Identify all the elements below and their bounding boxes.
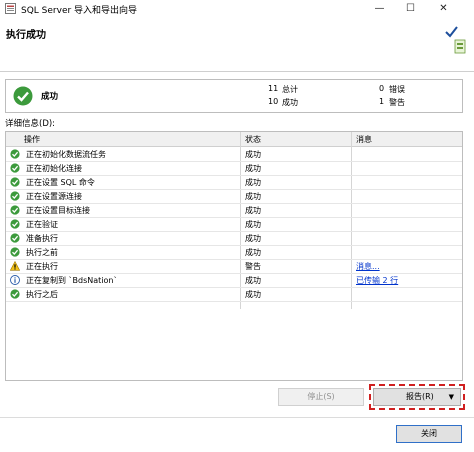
row-action: 执行之前: [26, 248, 58, 257]
table-header: 操作 状态 消息: [6, 132, 462, 147]
success-icon: [10, 163, 20, 173]
table-row[interactable]: 执行之后 成功: [6, 287, 462, 302]
success-icon: [10, 177, 20, 187]
row-status: 成功: [245, 178, 261, 187]
row-action: 正在初始化连接: [26, 164, 82, 173]
row-action: 正在验证: [26, 220, 58, 229]
table-row[interactable]: 正在复制到 `BdsNation` 成功 已传输 2 行: [6, 273, 462, 288]
table-row[interactable]: 正在设置 SQL 命令 成功: [6, 175, 462, 190]
table-row[interactable]: 正在初始化连接 成功: [6, 161, 462, 176]
table-row[interactable]: 正在设置源连接 成功: [6, 189, 462, 204]
success-icon: [10, 219, 20, 229]
app-icon: [5, 3, 16, 14]
row-message-link[interactable]: 已传输 2 行: [356, 275, 398, 286]
report-button[interactable]: 报告(R) ▼: [373, 388, 461, 406]
success-icon: [10, 289, 20, 299]
warning-count: 1: [379, 97, 385, 106]
row-status: 成功: [245, 150, 261, 159]
details-label: 详细信息(D):: [5, 119, 56, 129]
summary-panel: 成功 11 总计 10 成功 0 错误 1 警告: [5, 79, 463, 113]
row-status: 成功: [245, 192, 261, 201]
stop-button[interactable]: 停止(S): [278, 388, 364, 406]
success-label: 成功: [282, 98, 298, 107]
row-action: 正在复制到 `BdsNation`: [26, 276, 118, 285]
close-window-button[interactable]: ✕: [430, 0, 457, 18]
row-status: 成功: [245, 220, 261, 229]
column-status[interactable]: 状态: [245, 134, 261, 145]
page-header: 执行成功: [0, 18, 474, 72]
row-action: 准备执行: [26, 234, 58, 243]
footer: 关闭: [0, 417, 474, 452]
row-status: 成功: [245, 290, 261, 299]
error-count: 0: [379, 84, 385, 93]
report-dropdown-icon[interactable]: ▼: [449, 389, 454, 405]
row-action: 正在设置目标连接: [26, 206, 90, 215]
success-icon: [10, 247, 20, 257]
column-message[interactable]: 消息: [356, 134, 372, 145]
details-table[interactable]: 操作 状态 消息 正在初始化数据流任务 成功 正在初始化连接 成功 正在设置 SQL 命…: [5, 131, 463, 381]
table-row[interactable]: 正在执行 警告 消息...: [6, 259, 462, 274]
window-title: SQL Server 导入和导出向导: [21, 6, 138, 16]
row-action: 执行之后: [26, 290, 58, 299]
row-status: 成功: [245, 164, 261, 173]
success-icon: [10, 191, 20, 201]
report-label: 报告(R): [406, 392, 434, 401]
maximize-button[interactable]: ☐: [397, 0, 424, 18]
error-label: 错误: [389, 85, 405, 94]
info-icon: [10, 275, 20, 285]
report-highlight: 报告(R) ▼: [369, 384, 465, 410]
row-action: 正在执行: [26, 262, 58, 271]
row-status: 成功: [245, 248, 261, 257]
table-row[interactable]: 执行之前 成功: [6, 245, 462, 260]
minimize-button[interactable]: —: [366, 0, 393, 18]
close-button[interactable]: 关闭: [396, 425, 462, 443]
success-count: 10: [268, 97, 279, 106]
success-icon: [13, 86, 33, 106]
total-count: 11: [268, 84, 279, 93]
row-status: 成功: [245, 206, 261, 215]
success-icon: [10, 149, 20, 159]
warning-label: 警告: [389, 98, 405, 107]
total-label: 总计: [282, 85, 298, 94]
row-status: 成功: [245, 234, 261, 243]
table-row[interactable]: 正在设置目标连接 成功: [6, 203, 462, 218]
table-row[interactable]: 准备执行 成功: [6, 231, 462, 246]
success-icon: [10, 205, 20, 215]
column-action[interactable]: 操作: [24, 134, 40, 145]
row-status: 警告: [245, 262, 261, 271]
warning-icon: [9, 260, 21, 271]
table-row[interactable]: 正在初始化数据流任务 成功: [6, 147, 462, 162]
row-action: 正在设置 SQL 命令: [26, 178, 95, 187]
row-message-link[interactable]: 消息...: [356, 261, 380, 272]
summary-status: 成功: [41, 92, 59, 102]
success-icon: [10, 233, 20, 243]
table-row[interactable]: 正在验证 成功: [6, 217, 462, 232]
row-action: 正在设置源连接: [26, 192, 82, 201]
row-action: 正在初始化数据流任务: [26, 150, 106, 159]
page-title: 执行成功: [6, 30, 46, 41]
window-titlebar: SQL Server 导入和导出向导 — ☐ ✕: [0, 0, 474, 19]
wizard-check-icon: [445, 26, 466, 54]
row-status: 成功: [245, 276, 261, 285]
